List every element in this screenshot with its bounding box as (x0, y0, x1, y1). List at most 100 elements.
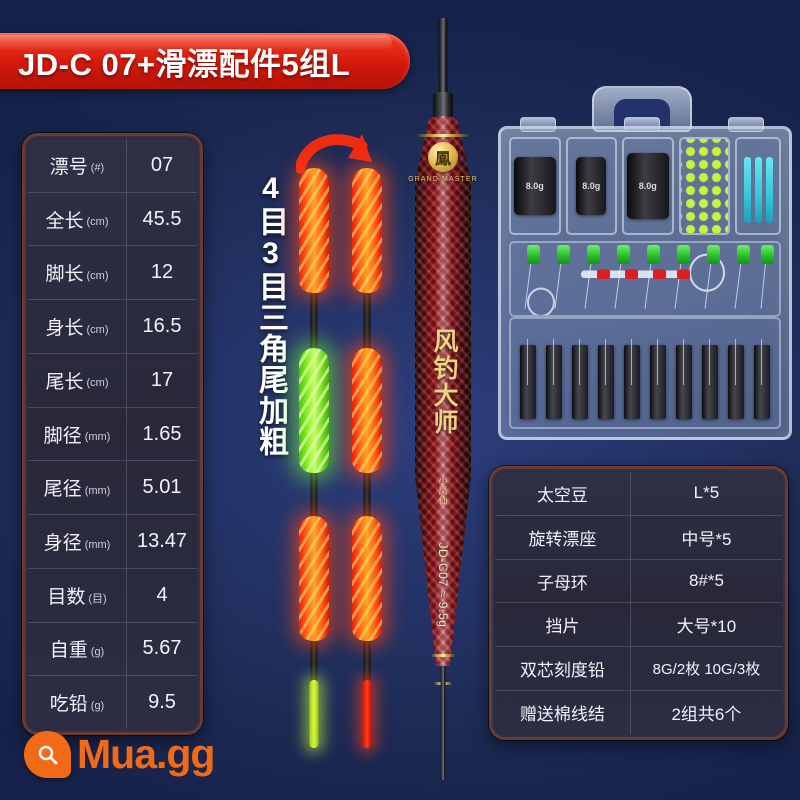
rig-sleeve (546, 345, 562, 419)
rig-line (605, 339, 606, 385)
green-clip (737, 245, 750, 264)
float-product: 鳳 GRAND MASTER 风钓大师 小凤仙 JD-C07 ≈ 9.5g (393, 18, 493, 780)
accessory-table: 太空豆 L*5 旋转漂座 中号*5 子母环 8#*5 挡片 大号*10 双芯刻度… (489, 466, 788, 740)
table-row: 太空豆 L*5 (495, 472, 782, 516)
spec-value: 1.65 (142, 422, 182, 445)
spec-label: 脚径 (43, 425, 82, 447)
spec-label-cell: 全长 (cm) (28, 192, 128, 246)
table-row: 尾径 (mm) 5.01 (28, 461, 197, 516)
accessory-value: 中号*5 (681, 529, 732, 549)
accessory-value: L*5 (693, 483, 720, 503)
rig-sleeve (520, 345, 536, 419)
table-row: 双芯刻度铅 8G/2枚 10G/3枚 (495, 647, 782, 692)
tube-item (765, 157, 773, 223)
rig-line (631, 339, 632, 385)
rig-line (761, 339, 762, 385)
accessory-value: 8G/2枚 10G/3枚 (652, 661, 761, 679)
spec-value: 17 (150, 368, 174, 391)
spec-value: 07 (150, 153, 174, 176)
rig-line (735, 339, 736, 385)
tail-tip-lime (309, 680, 319, 748)
bead-grid (680, 139, 728, 233)
rig-sleeve (702, 345, 718, 419)
rig-sleeve (624, 345, 640, 419)
spec-unit: (mm) (84, 431, 111, 444)
rig-sleeve (598, 345, 614, 419)
float-stem (440, 666, 446, 780)
tail-segment-orange (352, 168, 382, 293)
tube-group (743, 149, 773, 223)
rig-line (709, 339, 710, 385)
spec-label: 尾长 (45, 371, 84, 393)
spec-unit: (目) (88, 593, 107, 606)
green-clip (587, 245, 600, 264)
brand-name-chinese: 风钓大师 (430, 328, 457, 436)
compartment-tubes (735, 137, 781, 235)
rig-line (579, 339, 580, 385)
rig-sleeve (728, 345, 744, 419)
search-bubble-icon (24, 731, 71, 778)
spec-label: 身径 (43, 533, 82, 554)
box-bottom-compartment (509, 317, 781, 429)
spec-label: 吃铅 (49, 694, 88, 716)
compartment-weights: 8.0g (622, 137, 674, 235)
float-gold-ring (417, 134, 469, 137)
spec-unit: (g) (90, 645, 105, 658)
table-row: 目数 (目) 4 (28, 568, 197, 623)
title-banner: JD-C 07+滑漂配件5组L (0, 33, 410, 89)
spec-label-cell: 目数 (目) (28, 568, 128, 622)
float-tail-left (297, 168, 331, 748)
green-clip (707, 245, 720, 264)
table-row: 挡片 大号*10 (495, 603, 782, 648)
tail-tip-red (362, 680, 372, 748)
green-clip (617, 245, 630, 264)
rig-line (553, 339, 554, 385)
green-clip (647, 245, 660, 264)
float-model-label: JD-C07 ≈ 9.5g (436, 542, 450, 628)
spec-value: 4 (156, 583, 168, 606)
table-row: 身长 (cm) 16.5 (28, 300, 197, 354)
spec-label-cell: 漂号 (#) (28, 139, 128, 192)
search-icon (38, 745, 57, 764)
table-row: 子母环 8#*5 (495, 559, 782, 604)
accessory-label: 双芯刻度铅 (495, 647, 631, 691)
tube-item (743, 157, 751, 223)
table-row: 尾长 (cm) 17 (28, 353, 197, 408)
compartment-weights: 8.0g (509, 137, 561, 235)
spec-unit: (mm) (84, 484, 111, 497)
table-row: 漂号 (#) 07 (28, 139, 197, 193)
spec-value: 9.5 (148, 691, 176, 714)
table-row: 旋转漂座 中号*5 (495, 515, 782, 560)
spec-unit: (cm) (86, 377, 109, 390)
spec-label-cell: 尾长 (cm) (28, 353, 128, 407)
spec-value: 5.01 (142, 476, 182, 499)
spec-label: 漂号 (49, 156, 88, 178)
rig-sleeve (650, 345, 666, 419)
rig-line (657, 339, 658, 385)
watermark-text: Mua.gg (77, 731, 215, 777)
spec-label: 脚长 (45, 264, 84, 286)
spec-label: 全长 (45, 210, 84, 232)
spec-label: 身长 (45, 318, 84, 340)
compartment-weights: 8.0g (565, 137, 617, 235)
spec-label: 目数 (47, 586, 86, 608)
green-clip (557, 245, 570, 264)
rig-sleeve (572, 345, 588, 419)
feature-caption: 4目3目三角尾加粗 (254, 172, 287, 457)
spec-label-cell: 尾径 (mm) (28, 461, 128, 515)
spec-unit: (cm) (86, 269, 109, 282)
brand-name-english: GRAND MASTER (408, 176, 478, 183)
tail-segment-orange (299, 516, 329, 641)
spec-unit: (g) (90, 699, 105, 712)
tail-segment-green (299, 348, 329, 473)
compartment-beads (678, 137, 730, 235)
weight-spool: 8.0g (626, 153, 669, 219)
green-clip (677, 245, 690, 264)
green-clip (527, 245, 540, 264)
rig-line (683, 339, 684, 385)
box-shell: 8.0g 8.0g 8.0g (498, 126, 792, 440)
spec-value: 45.5 (142, 207, 182, 230)
brand-seal: 小凤仙 (437, 476, 448, 506)
banner-title: JD-C 07+滑漂配件5组L (18, 46, 351, 82)
table-row: 身径 (mm) 13.47 (28, 515, 197, 569)
